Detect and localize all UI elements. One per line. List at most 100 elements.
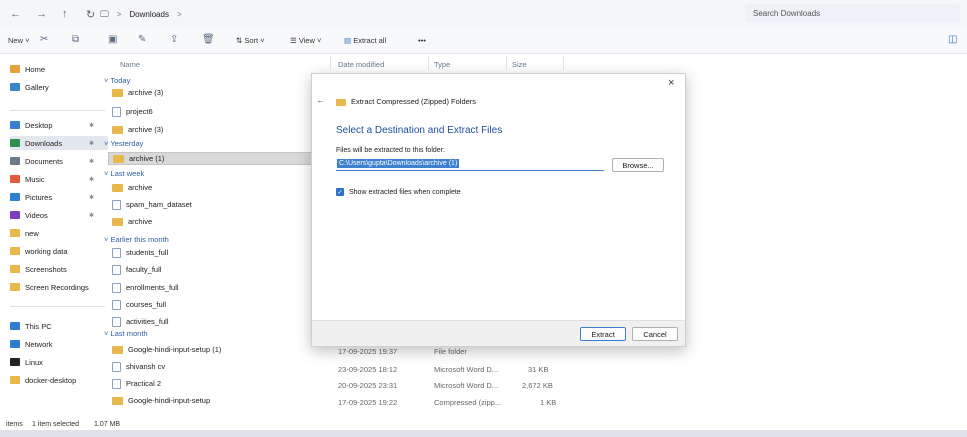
- file-row[interactable]: courses_full: [112, 298, 166, 311]
- close-icon[interactable]: ×: [668, 77, 674, 89]
- sidebar-item-pictures[interactable]: Pictures ✱: [10, 190, 108, 204]
- share-icon[interactable]: ⇪: [170, 34, 178, 45]
- file-row[interactable]: activities_full: [112, 315, 169, 328]
- file-row[interactable]: Google-hindi-input-setup: [112, 394, 210, 407]
- back-icon[interactable]: ←: [10, 8, 21, 20]
- sidebar-item-label: Videos: [25, 210, 48, 220]
- document-icon: [112, 316, 121, 327]
- destination-path-input[interactable]: C:\Users\gupta\Downloads\archive (1): [336, 158, 604, 171]
- column-type[interactable]: Type: [434, 60, 450, 69]
- file-name: Google-hindi-input-setup (1): [128, 345, 222, 354]
- search-input[interactable]: Search Downloads: [745, 4, 960, 22]
- more-options-button[interactable]: •••: [418, 36, 426, 45]
- sidebar-item-new[interactable]: new: [10, 226, 108, 240]
- details-pane-icon[interactable]: ◫: [948, 34, 957, 45]
- pin-icon: ✱: [88, 194, 94, 201]
- sidebar-item-label: Music: [25, 174, 45, 184]
- pictures-icon: [10, 193, 20, 201]
- checkbox-checked-icon[interactable]: ✓: [336, 188, 344, 196]
- group-today[interactable]: ˅ Today: [104, 76, 130, 85]
- breadcrumb-downloads[interactable]: Downloads: [129, 10, 169, 19]
- sort-button[interactable]: ⇅ Sort ˅: [236, 36, 265, 45]
- file-name: activities_full: [126, 317, 169, 326]
- new-button[interactable]: New ˅: [8, 36, 29, 45]
- group-yesterday[interactable]: ˅ Yesterday: [104, 139, 143, 148]
- file-row[interactable]: archive: [112, 181, 152, 194]
- sidebar-item-documents[interactable]: Documents ✱: [10, 154, 108, 168]
- sidebar-item-network[interactable]: Network: [10, 337, 108, 351]
- file-row[interactable]: Google-hindi-input-setup (1): [112, 343, 221, 356]
- dialog-heading: Select a Destination and Extract Files: [336, 125, 503, 136]
- sort-label: Sort: [244, 36, 259, 45]
- sidebar-item-docker-desktop[interactable]: docker-desktop: [10, 373, 108, 387]
- file-row[interactable]: spam_ham_dataset: [112, 198, 192, 211]
- sidebar-item-label: Documents: [25, 156, 63, 166]
- document-icon: [112, 199, 121, 210]
- browse-button[interactable]: Browse...: [612, 158, 664, 172]
- sidebar-item-this-pc[interactable]: This PC: [10, 319, 108, 333]
- file-row[interactable]: archive (3): [112, 86, 163, 99]
- file-row[interactable]: Practical 2: [112, 377, 161, 390]
- copy-icon[interactable]: ⧉: [72, 34, 79, 45]
- group-last-week[interactable]: ˅ Last week: [104, 169, 144, 178]
- file-name: archive: [128, 183, 153, 192]
- sidebar-item-screenshots[interactable]: Screenshots: [10, 262, 108, 276]
- sidebar-item-label: Pictures: [25, 192, 53, 202]
- show-files-checkbox-row[interactable]: ✓ Show extracted files when complete: [336, 188, 461, 196]
- file-row[interactable]: students_full: [112, 246, 168, 259]
- group-label: Earlier this month: [110, 235, 169, 244]
- sidebar-item-gallery[interactable]: Gallery: [10, 80, 108, 94]
- column-name[interactable]: Name: [120, 60, 140, 69]
- file-row[interactable]: faculty_full: [112, 263, 161, 276]
- folder-icon: [10, 229, 20, 237]
- file-row[interactable]: shivansh cv: [112, 360, 165, 373]
- back-icon[interactable]: ←: [316, 95, 325, 105]
- file-name: archive (1): [129, 154, 165, 163]
- sidebar-item-home[interactable]: Home: [10, 62, 108, 76]
- date-cell: 17-09-2025 19:22: [338, 398, 398, 407]
- file-row[interactable]: archive (1): [108, 152, 313, 165]
- refresh-icon[interactable]: ↻: [86, 8, 95, 21]
- sidebar-item-downloads[interactable]: Downloads ✱: [10, 136, 108, 150]
- file-row[interactable]: enrollments_full: [112, 281, 179, 294]
- type-cell: Microsoft Word D...: [434, 365, 499, 374]
- address-path[interactable]: 🖵 > Downloads >: [100, 6, 730, 22]
- monitor-icon: 🖵: [100, 8, 109, 19]
- folder-icon: [112, 88, 123, 97]
- zip-folder-icon: [336, 99, 346, 106]
- group-earlier-this-month[interactable]: ˅ Earlier this month: [104, 235, 169, 244]
- pin-icon: ✱: [88, 176, 94, 183]
- delete-icon[interactable]: 🗑: [202, 34, 215, 45]
- network-icon: [10, 340, 20, 348]
- sidebar-item-music[interactable]: Music ✱: [10, 172, 108, 186]
- file-row[interactable]: archive: [112, 215, 152, 228]
- rename-icon[interactable]: ✎: [138, 34, 146, 45]
- date-cell: 20-09-2025 23:31: [338, 381, 398, 390]
- file-row[interactable]: project6: [112, 105, 153, 118]
- sidebar-item-screen-recordings[interactable]: Screen Recordings: [10, 280, 108, 294]
- cut-icon[interactable]: ✂: [40, 34, 48, 45]
- destination-path-text: C:\Users\gupta\Downloads\archive (1): [337, 159, 460, 168]
- sidebar-item-working-data[interactable]: working data: [10, 244, 108, 258]
- music-icon: [10, 175, 20, 183]
- file-name: archive: [128, 217, 153, 226]
- paste-icon[interactable]: ▣: [108, 34, 117, 45]
- sidebar-item-desktop[interactable]: Desktop ✱: [10, 118, 108, 132]
- sidebar-item-label: docker-desktop: [25, 375, 77, 385]
- column-size[interactable]: Size: [512, 60, 527, 69]
- checkbox-label: Show extracted files when complete: [349, 188, 461, 196]
- up-icon[interactable]: ↑: [62, 8, 68, 20]
- extract-all-button[interactable]: ▤ Extract all: [344, 36, 386, 45]
- cancel-button[interactable]: Cancel: [632, 327, 678, 341]
- file-row[interactable]: archive (3): [112, 123, 163, 136]
- group-last-month[interactable]: ˅ Last month: [104, 329, 148, 338]
- forward-icon[interactable]: →: [36, 8, 47, 20]
- document-icon: [112, 282, 121, 293]
- taskbar: [0, 430, 967, 437]
- sidebar-item-videos[interactable]: Videos ✱: [10, 208, 108, 222]
- view-button[interactable]: ☰ View ˅: [290, 36, 321, 45]
- sidebar-item-linux[interactable]: Linux: [10, 355, 108, 369]
- dialog-footer: Extract Cancel: [312, 320, 685, 346]
- extract-button[interactable]: Extract: [580, 327, 626, 341]
- column-date-modified[interactable]: Date modified: [338, 60, 384, 69]
